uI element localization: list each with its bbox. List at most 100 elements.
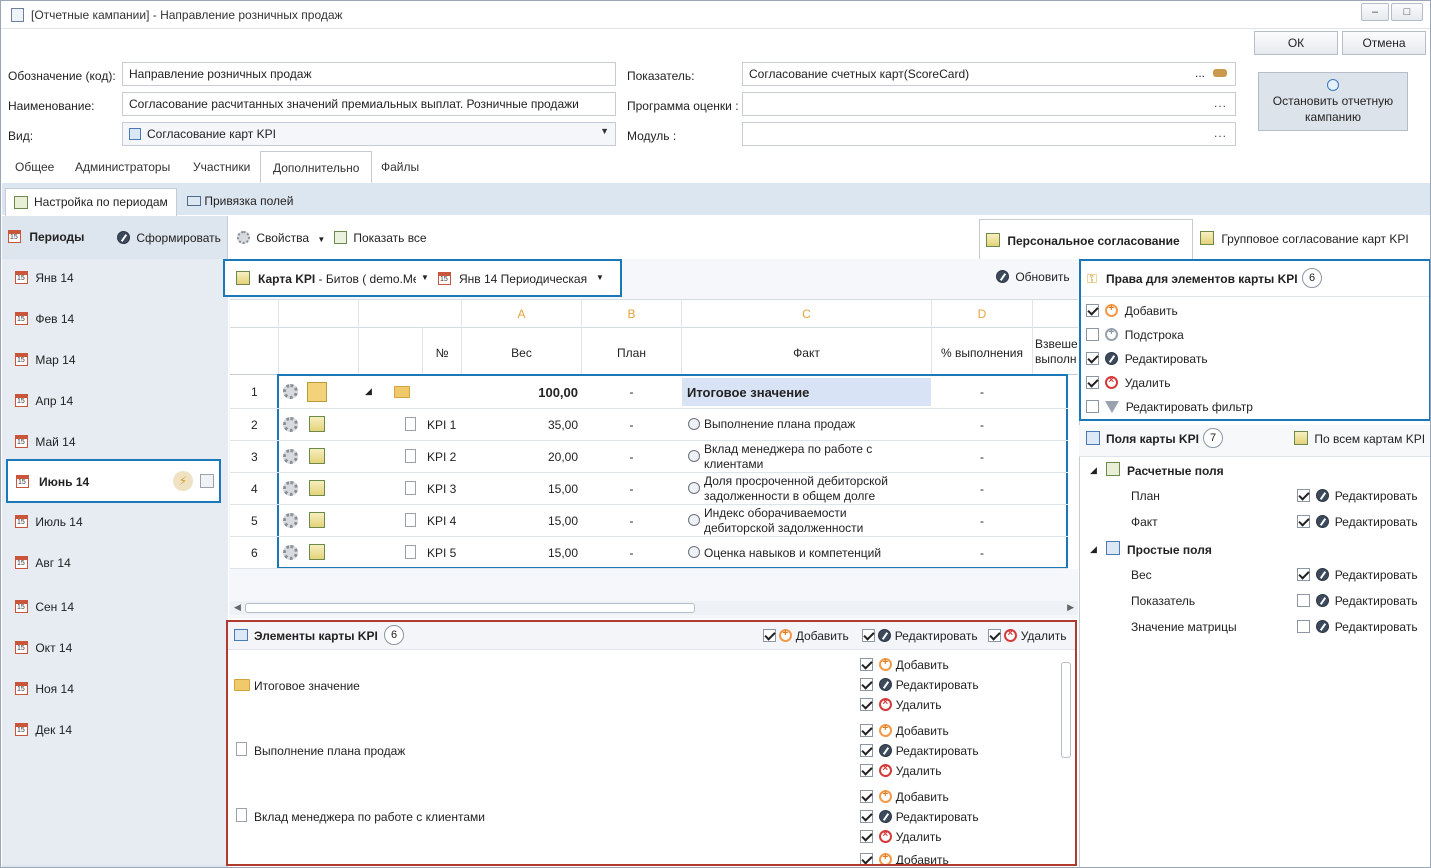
period-item[interactable]: Фев 14 <box>15 312 74 326</box>
gear-icon[interactable] <box>283 417 298 432</box>
module-field[interactable]: ... <box>742 122 1236 146</box>
gear-icon[interactable] <box>283 449 298 464</box>
tab-general[interactable]: Общее <box>3 151 66 184</box>
lightning-icon[interactable]: ⚡ <box>173 471 193 491</box>
checkbox[interactable] <box>860 853 873 864</box>
period-item[interactable]: Дек 14 <box>15 723 72 737</box>
col-header-num[interactable]: № <box>423 346 461 360</box>
plan-cell[interactable]: - <box>582 450 681 464</box>
pct-cell[interactable]: - <box>932 546 1032 560</box>
checkbox[interactable] <box>1086 400 1099 413</box>
pct-cell[interactable]: - <box>932 514 1032 528</box>
cancel-button[interactable]: Отмена <box>1342 31 1426 55</box>
right-edit-filter[interactable]: Редактировать фильтр <box>1086 400 1253 414</box>
plan-cell[interactable]: - <box>582 385 681 399</box>
permission-delete[interactable]: Удалить <box>860 829 942 844</box>
all-cards-button[interactable]: По всем картам KPI <box>1294 431 1425 446</box>
header-delete-toggle[interactable]: Удалить <box>988 628 1067 643</box>
tab-personal-approval[interactable]: Персональное согласование <box>979 219 1193 259</box>
period-item[interactable]: Авг 14 <box>15 556 71 570</box>
col-header-fact[interactable]: Факт <box>682 346 931 360</box>
right-add[interactable]: Добавить <box>1086 303 1178 318</box>
fact-cell[interactable]: Оценка навыков и компетенций <box>704 546 930 562</box>
checkbox[interactable] <box>860 744 873 757</box>
checkbox[interactable] <box>860 810 873 823</box>
weight-cell[interactable]: 35,00 <box>462 418 578 432</box>
checkbox[interactable] <box>1297 515 1310 528</box>
name-field[interactable]: Согласование расчитанных значений премиа… <box>122 92 616 116</box>
permission-add[interactable]: Добавить <box>860 723 949 738</box>
permission-delete[interactable]: Удалить <box>860 763 942 778</box>
card-icon[interactable] <box>309 448 325 464</box>
checkbox[interactable] <box>1086 304 1099 317</box>
scroll-right-icon[interactable]: ▶ <box>1067 602 1074 613</box>
pct-cell[interactable]: - <box>932 450 1032 464</box>
right-edit[interactable]: Редактировать <box>1086 352 1208 366</box>
collapse-icon[interactable]: ◢ <box>1090 544 1097 555</box>
plan-cell[interactable]: - <box>582 546 681 560</box>
checkbox[interactable] <box>1086 352 1099 365</box>
minimize-button[interactable]: – <box>1361 3 1389 21</box>
weight-cell[interactable]: 15,00 <box>462 514 578 528</box>
checkbox[interactable] <box>860 678 873 691</box>
field-permission[interactable]: Редактировать <box>1297 620 1418 634</box>
weight-cell[interactable]: 20,00 <box>462 450 578 464</box>
period-item[interactable]: Апр 14 <box>15 394 73 408</box>
checkbox[interactable] <box>860 724 873 737</box>
permission-edit[interactable]: Редактировать <box>860 744 979 758</box>
plan-cell[interactable]: - <box>582 418 681 432</box>
period-item[interactable]: Сен 14 <box>15 600 74 614</box>
right-substring[interactable]: Подстрока <box>1086 327 1184 342</box>
eraser-icon[interactable] <box>1213 69 1227 77</box>
checkbox[interactable] <box>1297 489 1310 502</box>
plan-cell[interactable]: - <box>582 514 681 528</box>
ok-button[interactable]: ОК <box>1254 31 1338 55</box>
col-header-weighted[interactable]: Взвешенный выполнения <box>1035 337 1077 367</box>
field-permission[interactable]: Редактировать <box>1297 568 1418 582</box>
tab-group-approval[interactable]: Групповое согласование карт KPI <box>1200 231 1409 246</box>
permission-add[interactable]: Добавить <box>860 789 949 804</box>
chevron-down-icon[interactable]: ▼ <box>421 273 429 282</box>
form-periods-button[interactable]: Сформировать <box>117 231 221 245</box>
permission-delete[interactable]: Удалить <box>860 697 942 712</box>
plan-cell[interactable]: - <box>582 482 681 496</box>
field-permission[interactable]: Редактировать <box>1297 594 1418 608</box>
period-item[interactable]: Янв 14 <box>15 271 74 285</box>
period-item[interactable]: Ноя 14 <box>15 682 74 696</box>
checkbox[interactable] <box>1297 568 1310 581</box>
tree-icon[interactable] <box>307 382 327 402</box>
period-item[interactable]: Июль 14 <box>15 515 83 529</box>
fact-cell[interactable]: Вклад менеджера по работе с клиентами <box>704 442 904 472</box>
gear-icon[interactable] <box>283 481 298 496</box>
pct-cell[interactable]: - <box>932 482 1032 496</box>
subtab-fields[interactable]: Привязка полей <box>187 194 293 208</box>
period-item-selected[interactable]: Июнь 14 ⚡ <box>6 459 221 503</box>
fact-cell[interactable]: Доля просроченной дебиторской задолженно… <box>704 474 926 504</box>
copy-icon[interactable] <box>200 474 214 488</box>
weight-cell[interactable]: 100,00 <box>462 385 578 400</box>
program-dots-button[interactable]: ... <box>1214 96 1227 110</box>
tab-admins[interactable]: Администраторы <box>63 151 182 184</box>
tab-additional[interactable]: Дополнительно <box>260 151 373 184</box>
permission-edit[interactable]: Редактировать <box>860 678 979 692</box>
refresh-button[interactable]: Обновить <box>996 270 1070 284</box>
period-item[interactable]: Окт 14 <box>15 641 72 655</box>
scroll-thumb[interactable] <box>245 603 695 613</box>
type-select[interactable]: Согласование карт KPI ▼ <box>122 122 616 146</box>
permission-add[interactable]: Добавить <box>860 657 949 672</box>
checkbox[interactable] <box>1086 376 1099 389</box>
period-item[interactable]: Май 14 <box>15 435 76 449</box>
gear-icon[interactable] <box>283 384 298 399</box>
card-selector[interactable]: Карта KPI - Битов ( demo.Me ▼ Янв 14 Пер… <box>223 259 622 297</box>
header-add-toggle[interactable]: Добавить <box>763 628 849 643</box>
col-header-pct[interactable]: % выполнения <box>932 346 1032 360</box>
gear-icon[interactable] <box>283 545 298 560</box>
checkbox[interactable] <box>1297 594 1310 607</box>
weight-cell[interactable]: 15,00 <box>462 482 578 496</box>
card-select[interactable]: Карта KPI - Битов ( demo.Me <box>258 272 416 286</box>
tab-participants[interactable]: Участники <box>181 151 262 184</box>
field-permission[interactable]: Редактировать <box>1297 489 1418 503</box>
card-icon[interactable] <box>309 480 325 496</box>
col-header-plan[interactable]: План <box>582 346 681 360</box>
dots-icon[interactable]: ... <box>1195 66 1205 80</box>
